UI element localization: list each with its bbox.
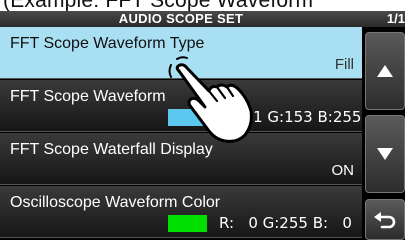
- back-button[interactable]: [365, 199, 405, 240]
- menu-title: AUDIO SCOPE SET: [118, 11, 244, 26]
- side-button-panel: [362, 27, 405, 240]
- menu-item-label: Oscilloscope Waveform Color: [10, 194, 221, 211]
- scroll-down-button[interactable]: [365, 115, 405, 193]
- hand-pointer-icon: [168, 56, 253, 143]
- menu-item-oscilloscope-color[interactable]: Oscilloscope Waveform Color R: 0 G:255 B…: [0, 186, 362, 238]
- down-arrow-icon: [377, 148, 393, 160]
- color-value: R: 0 G:255 B: 0: [168, 214, 352, 232]
- caption-text: (Example: FFT Scope Waveform: [0, 0, 405, 11]
- return-icon: [374, 211, 396, 228]
- menu-item-value: Fill: [334, 56, 354, 73]
- page-indicator: 1/1: [386, 11, 405, 26]
- up-arrow-icon: [377, 65, 393, 77]
- menu-item-label: FFT Scope Waveform: [10, 88, 166, 105]
- color-swatch: [168, 214, 207, 232]
- screen: (Example: FFT Scope Waveform AUDIO SCOPE…: [0, 0, 405, 240]
- scroll-up-button[interactable]: [365, 32, 405, 110]
- menu-header: AUDIO SCOPE SET 1/1: [0, 11, 405, 27]
- menu-item-value: ON: [331, 162, 355, 179]
- menu-item-label: FFT Scope Waveform Type: [10, 35, 205, 52]
- rgb-values: R: 0 G:255 B: 0: [219, 214, 352, 232]
